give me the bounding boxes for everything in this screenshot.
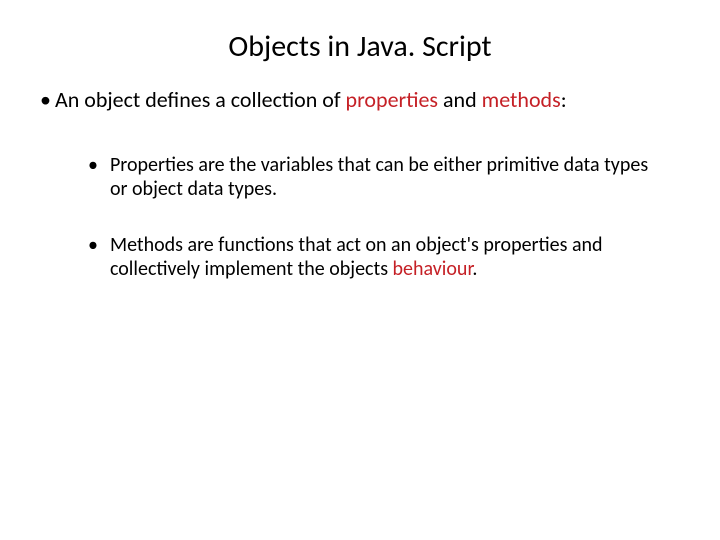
text-segment: : (561, 86, 567, 113)
text-segment: . (472, 257, 477, 281)
bullet-dot: • (88, 233, 98, 257)
highlight-properties: properties (346, 86, 438, 113)
text-segment: and (438, 86, 482, 113)
sub-bullet-1-text: Properties are the variables that can be… (110, 153, 680, 201)
main-bullet: • An object defines a collection of prop… (40, 87, 680, 113)
sub-bullet-list: • Properties are the variables that can … (88, 153, 680, 281)
text-segment: An object defines a collection of (55, 86, 346, 113)
highlight-behaviour: behaviour (393, 257, 473, 281)
sub-bullet-1: • Properties are the variables that can … (88, 153, 680, 201)
bullet-dot: • (40, 87, 51, 113)
highlight-methods: methods (482, 86, 561, 113)
sub-bullet-2: • Methods are functions that act on an o… (88, 233, 680, 281)
slide-title: Objects in Java. Script (40, 28, 680, 65)
text-segment: Methods are functions that act on an obj… (110, 233, 603, 281)
bullet-dot: • (88, 153, 98, 177)
main-bullet-text: An object defines a collection of proper… (55, 87, 680, 113)
sub-bullet-2-text: Methods are functions that act on an obj… (110, 233, 680, 281)
